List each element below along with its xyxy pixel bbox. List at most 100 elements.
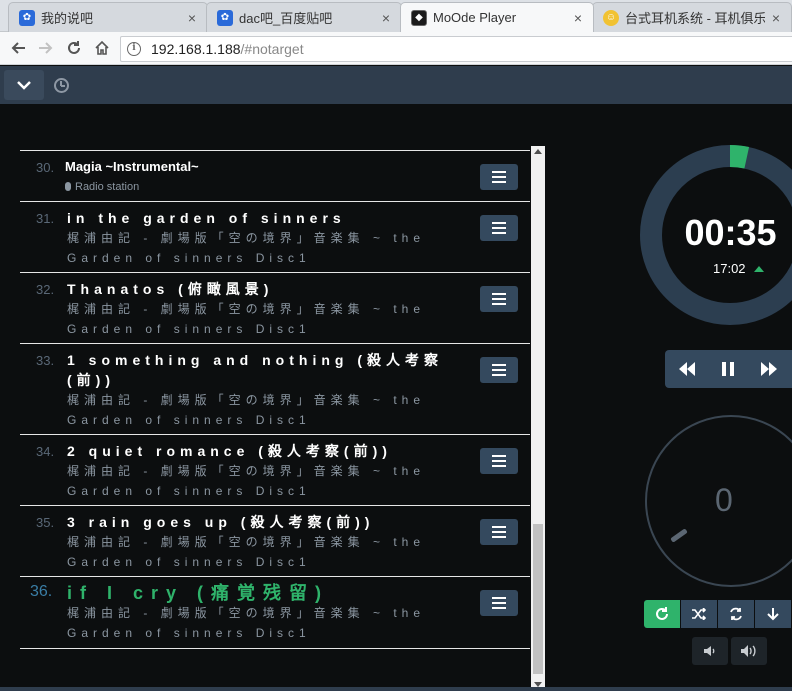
menu-icon-bar [492, 364, 506, 366]
playlist-item[interactable]: 36. if I cry (痛覚残留) 梶浦由記 - 劇場版「空の境界」音楽集 ~ … [20, 576, 530, 649]
playlist-item[interactable]: 33. 1 something and nothing (殺人考察(前)) 梶浦由記… [20, 343, 530, 434]
playlist-item-text: 2 quiet romance (殺人考察(前)) 梶浦由記 - 劇場版「空の境界… [67, 441, 467, 501]
tab-baidu-2[interactable]: ✿ dac吧_百度贴吧 × [206, 2, 402, 32]
playlist-item[interactable]: 34. 2 quiet romance (殺人考察(前)) 梶浦由記 - 劇場版「空… [20, 434, 530, 505]
playlist-item-title: 2 quiet romance (殺人考察(前)) [67, 443, 392, 459]
playlist-item-text: 1 something and nothing (殺人考察(前)) 梶浦由記 - … [67, 350, 467, 430]
tab-ear-club[interactable]: ☺ 台式耳机系统 - 耳机俱乐 × [592, 2, 792, 32]
close-icon[interactable]: × [379, 10, 393, 26]
volume-value: 0 [715, 482, 733, 518]
menu-icon-bar [492, 171, 506, 173]
repeat-button[interactable] [644, 600, 680, 628]
elapsed-time[interactable]: 00:35 [668, 212, 792, 254]
menu-icon-bar [492, 607, 506, 609]
total-time: 17:02 [713, 261, 764, 276]
menu-icon-bar [492, 176, 506, 178]
back-button[interactable] [4, 34, 32, 62]
scroll-up-arrow[interactable] [534, 149, 542, 154]
reload-button[interactable] [60, 34, 88, 62]
playlist-item-title: 3 rain goes up (殺人考察(前)) [67, 514, 375, 530]
caret-up-icon[interactable] [753, 265, 764, 272]
menu-icon-bar [492, 602, 506, 604]
playlist-item-text: Magia ~Instrumental~ Radio station [65, 157, 467, 197]
playlist-item-number: 32. [36, 282, 55, 297]
playlist-scrollbar[interactable] [531, 146, 545, 690]
collapse-button[interactable] [4, 70, 44, 100]
repeat-icon [656, 607, 668, 620]
playlist-item-text: 3 rain goes up (殺人考察(前)) 梶浦由記 - 劇場版「空の境界」… [67, 512, 467, 572]
scroll-thumb[interactable] [533, 524, 543, 674]
playlist-item-menu-button[interactable] [480, 357, 518, 383]
playlist-item[interactable]: 35. 3 rain goes up (殺人考察(前)) 梶浦由記 - 劇場版「空の… [20, 505, 530, 576]
menu-icon-bar [492, 531, 506, 533]
clock-icon[interactable] [54, 78, 69, 93]
menu-icon-bar [492, 227, 506, 229]
volume-down-button[interactable] [692, 637, 728, 665]
home-icon [95, 40, 109, 55]
close-icon[interactable]: × [769, 10, 783, 26]
volume-buttons [692, 637, 767, 665]
total-time-label: 17:02 [713, 261, 746, 276]
url-path: /#notarget [240, 41, 304, 57]
playlist-item-text: Thanatos (俯瞰風景) 梶浦由記 - 劇場版「空の境界」音楽集 ~ the… [67, 279, 467, 339]
playlist-item-title: 1 something and nothing (殺人考察(前)) [67, 352, 443, 388]
forward-button[interactable] [32, 34, 60, 62]
chevron-down-icon [17, 81, 31, 90]
playlist-item[interactable]: 32. Thanatos (俯瞰風景) 梶浦由記 - 劇場版「空の境界」音楽集 ~ … [20, 272, 530, 343]
close-icon[interactable]: × [571, 10, 585, 26]
arrow-down-icon [767, 608, 779, 621]
pause-icon [721, 362, 734, 376]
menu-icon-bar [492, 597, 506, 599]
random-button[interactable] [681, 600, 717, 628]
menu-icon-bar [492, 303, 506, 305]
microphone-icon [65, 182, 71, 191]
shuffle-icon [692, 608, 706, 620]
tab-baidu-1[interactable]: ✿ 我的说吧 × [8, 2, 208, 32]
tab-title: MoOde Player [433, 10, 517, 25]
address-bar[interactable]: i 192.168.1.188/#notarget [120, 36, 792, 62]
app-bar [0, 66, 792, 104]
playlist-item-menu-button[interactable] [480, 215, 518, 241]
home-button[interactable] [88, 34, 116, 62]
playlist-item-subtitle: 梶浦由記 - 劇場版「空の境界」音楽集 ~ the Garden of sinn… [67, 606, 426, 640]
pause-button[interactable] [720, 361, 736, 377]
playlist-item-title: Thanatos (俯瞰風景) [67, 281, 274, 297]
volume-high-icon [741, 645, 756, 657]
playlist-item-number: 31. [36, 211, 55, 226]
close-icon[interactable]: × [185, 10, 199, 26]
volume-up-button[interactable] [731, 637, 767, 665]
moode-logo-icon: ◆ [411, 9, 427, 26]
playlist-item-number: 30. [36, 160, 55, 175]
playlist-item[interactable]: 30. Magia ~Instrumental~ Radio station [20, 150, 530, 201]
tab-moode[interactable]: ◆ MoOde Player × [400, 2, 594, 32]
rewind-icon [678, 362, 695, 376]
playlist-item-menu-button[interactable] [480, 519, 518, 545]
playlist-item-menu-button[interactable] [480, 286, 518, 312]
playlist-item-subtitle: 梶浦由記 - 劇場版「空の境界」音楽集 ~ the Garden of sinn… [67, 535, 426, 569]
bottom-bar [0, 687, 792, 691]
menu-icon-bar [492, 455, 506, 457]
previous-button[interactable] [677, 362, 697, 376]
next-button[interactable] [759, 362, 779, 376]
playlist-item-number: 34. [36, 444, 55, 459]
single-button[interactable] [755, 600, 791, 628]
reload-icon [68, 41, 80, 54]
playlist-item-menu-button[interactable] [480, 448, 518, 474]
menu-icon-bar [492, 232, 506, 234]
tab-title: 我的说吧 [41, 11, 94, 26]
consume-button[interactable] [718, 600, 754, 628]
playlist-item-number: 36. [30, 583, 53, 600]
playlist: 30. Magia ~Instrumental~ Radio station 31. i… [20, 150, 530, 660]
playlist-item-title: Magia ~Instrumental~ [65, 159, 199, 174]
tab-title: 台式耳机系统 - 耳机俱乐 [625, 11, 765, 26]
playback-modes [644, 600, 792, 628]
menu-icon-bar [492, 460, 506, 462]
transport-controls [665, 350, 792, 388]
playlist-item[interactable]: 31. in the garden of sinners 梶浦由記 - 劇場版「空の… [20, 201, 530, 272]
playlist-item-subtitle: 梶浦由記 - 劇場版「空の境界」音楽集 ~ the Garden of sinn… [67, 302, 426, 336]
info-icon[interactable]: i [127, 42, 141, 56]
playlist-item-menu-button[interactable] [480, 164, 518, 190]
menu-icon-bar [492, 222, 506, 224]
url-host: 192.168.1.188 [151, 41, 241, 57]
playlist-item-menu-button[interactable] [480, 590, 518, 616]
